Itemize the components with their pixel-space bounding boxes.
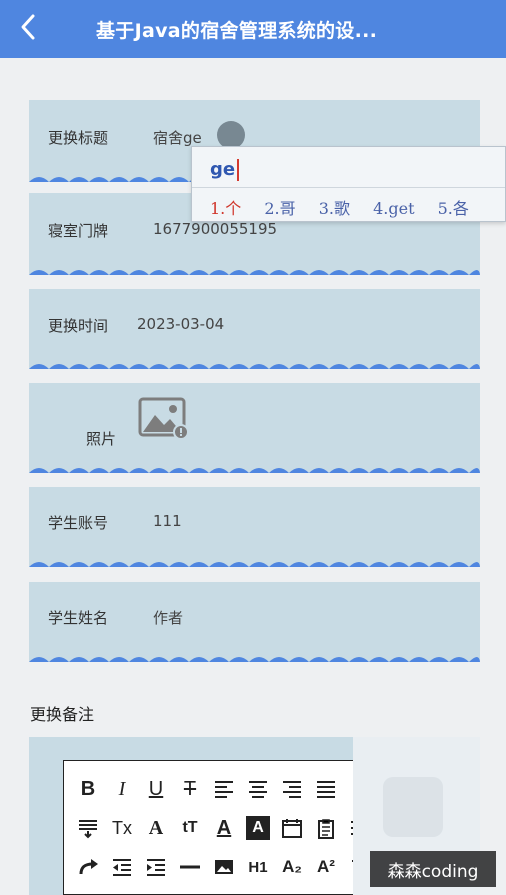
superscript-icon[interactable]: A² <box>314 855 338 879</box>
align-center-icon[interactable] <box>246 777 270 801</box>
background-color-icon[interactable]: A <box>246 816 270 840</box>
dorm-number-input[interactable]: 1677900055195 <box>153 220 277 238</box>
wave-divider <box>29 468 480 473</box>
field-card-account: 学生账号 111 <box>29 487 480 567</box>
field-label: 照片 <box>86 430 117 448</box>
bold-icon[interactable]: B <box>76 777 100 801</box>
touch-cursor <box>217 121 245 149</box>
heading-icon[interactable]: H1 <box>246 855 270 879</box>
student-name-input[interactable]: 作者 <box>153 607 183 628</box>
align-left-icon[interactable] <box>212 777 236 801</box>
calendar-icon[interactable] <box>280 816 304 840</box>
image-upload-icon[interactable] <box>137 395 189 441</box>
font-family-icon[interactable]: A <box>144 816 168 840</box>
watermark: 森森coding <box>370 851 496 887</box>
ime-candidate-list: 1.个 2.哥 3.歌 4.get 5.各 <box>210 195 487 219</box>
page-title: 基于Java的宿舍管理系统的设... <box>96 20 378 42</box>
field-card-name: 学生姓名 作者 <box>29 582 480 662</box>
title-input[interactable]: 宿舍ge <box>153 127 202 148</box>
field-label: 学生账号 <box>48 514 109 532</box>
rich-text-editor[interactable]: B I U T T Tx A tT A A H1 A₂ A² <box>63 760 363 895</box>
underline-icon[interactable]: U <box>144 777 168 801</box>
ime-candidate-popup: ge 1.个 2.哥 3.歌 4.get 5.各 <box>191 146 506 222</box>
align-justify-icon[interactable] <box>314 777 338 801</box>
wave-divider <box>29 562 480 567</box>
field-label: 寝室门牌 <box>48 222 109 240</box>
horizontal-rule-icon[interactable] <box>178 855 202 879</box>
clipboard-icon[interactable] <box>314 816 338 840</box>
account-input[interactable]: 111 <box>153 512 182 530</box>
strikethrough-icon[interactable]: T <box>178 777 202 801</box>
align-right-icon[interactable] <box>280 777 304 801</box>
toolbar-row: H1 A₂ A² <box>76 852 362 882</box>
text-caret <box>237 159 239 181</box>
field-card-time: 更换时间 2023-03-04 <box>29 289 480 369</box>
ime-composition: ge <box>210 159 236 180</box>
wave-divider <box>29 657 480 662</box>
wave-divider <box>29 364 480 369</box>
app-header: 基于Java的宿舍管理系统的设... <box>0 0 506 58</box>
font-color-icon[interactable]: A <box>212 816 236 840</box>
field-label: 更换时间 <box>48 317 109 335</box>
font-size-icon[interactable]: tT <box>178 816 202 840</box>
subscript-icon[interactable]: A₂ <box>280 855 304 879</box>
redo-icon[interactable] <box>76 855 100 879</box>
italic-icon[interactable]: I <box>110 777 134 801</box>
toolbar-row: Tx A tT A A <box>76 813 362 843</box>
ime-candidate[interactable]: 4.get <box>373 199 414 218</box>
clear-format-icon[interactable]: Tx <box>110 816 134 840</box>
date-input[interactable]: 2023-03-04 <box>137 315 224 333</box>
line-height-icon[interactable] <box>76 816 100 840</box>
indent-icon[interactable] <box>144 855 168 879</box>
toolbar-row: B I U T T <box>76 774 362 804</box>
outdent-icon[interactable] <box>110 855 134 879</box>
remarks-label: 更换备注 <box>30 705 95 724</box>
ime-candidate[interactable]: 2.哥 <box>264 195 295 219</box>
ime-candidate[interactable]: 5.各 <box>438 195 469 219</box>
field-label: 学生姓名 <box>48 609 109 627</box>
field-card-photo: 照片 <box>29 383 480 473</box>
back-arrow-icon[interactable] <box>16 12 42 42</box>
wave-divider <box>29 270 480 275</box>
ime-candidate[interactable]: 3.歌 <box>319 195 350 219</box>
ime-candidate[interactable]: 1.个 <box>210 195 241 219</box>
insert-image-icon[interactable] <box>212 855 236 879</box>
field-label: 更换标题 <box>48 129 109 147</box>
divider <box>192 187 505 188</box>
